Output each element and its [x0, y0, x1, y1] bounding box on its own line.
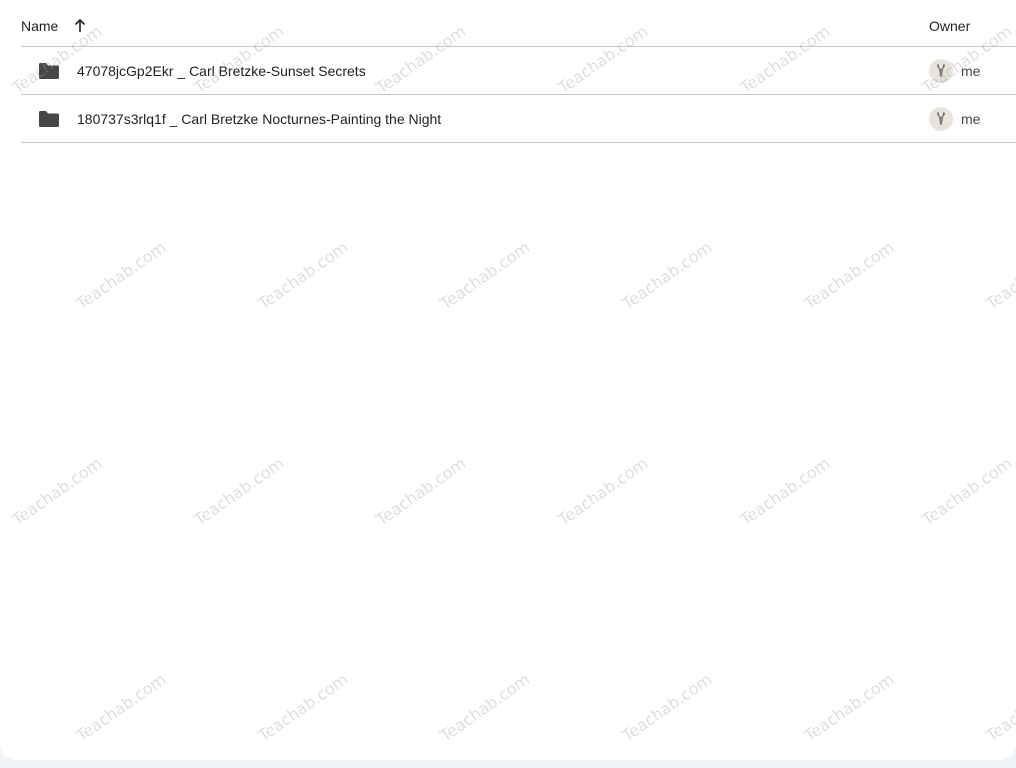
watermark-text: Teachab.com [254, 237, 352, 314]
owner-label: me [961, 111, 981, 127]
arrow-upward-icon[interactable] [72, 18, 88, 34]
watermark-text: Teachab.com [982, 237, 1016, 314]
watermark-text: Teachab.com [554, 453, 652, 530]
watermark-text: Teachab.com [190, 453, 288, 530]
watermark-text: Teachab.com [982, 669, 1016, 746]
file-name: 180737s3rlq1f _ Carl Bretzke Nocturnes-P… [77, 111, 442, 127]
watermark-text: Teachab.com [618, 237, 716, 314]
watermark-text: Teachab.com [372, 453, 470, 530]
file-row[interactable]: 180737s3rlq1f _ Carl Bretzke Nocturnes-P… [21, 95, 1016, 143]
file-row[interactable]: 47078jcGp2Ekr _ Carl Bretzke-Sunset Secr… [21, 47, 1016, 95]
owner-column-header[interactable]: Owner [929, 18, 970, 34]
watermark-text: Teachab.com [800, 237, 898, 314]
watermark-text: Teachab.com [918, 453, 1016, 530]
watermark-text: Teachab.com [72, 669, 170, 746]
owner-avatar [929, 59, 953, 83]
watermark-text: Teachab.com [436, 237, 534, 314]
watermark-text: Teachab.com [72, 237, 170, 314]
folder-icon [38, 110, 60, 128]
owner-label: me [961, 63, 981, 79]
watermark-text: Teachab.com [800, 669, 898, 746]
name-header-label: Name [21, 18, 59, 34]
watermark-text: Teachab.com [618, 669, 716, 746]
folder-icon [38, 62, 60, 80]
watermark-text: Teachab.com [436, 669, 534, 746]
watermark-text: Teachab.com [8, 453, 106, 530]
file-list-panel: Name Owner 47078jcGp2Ekr _ Carl Bretzke-… [0, 0, 1016, 760]
watermark-text: Teachab.com [736, 453, 834, 530]
owner-avatar [929, 107, 953, 131]
name-column-header[interactable]: Name [21, 18, 88, 34]
file-name: 47078jcGp2Ekr _ Carl Bretzke-Sunset Secr… [77, 63, 366, 79]
watermark-text: Teachab.com [254, 669, 352, 746]
list-header: Name Owner [21, 0, 1016, 47]
